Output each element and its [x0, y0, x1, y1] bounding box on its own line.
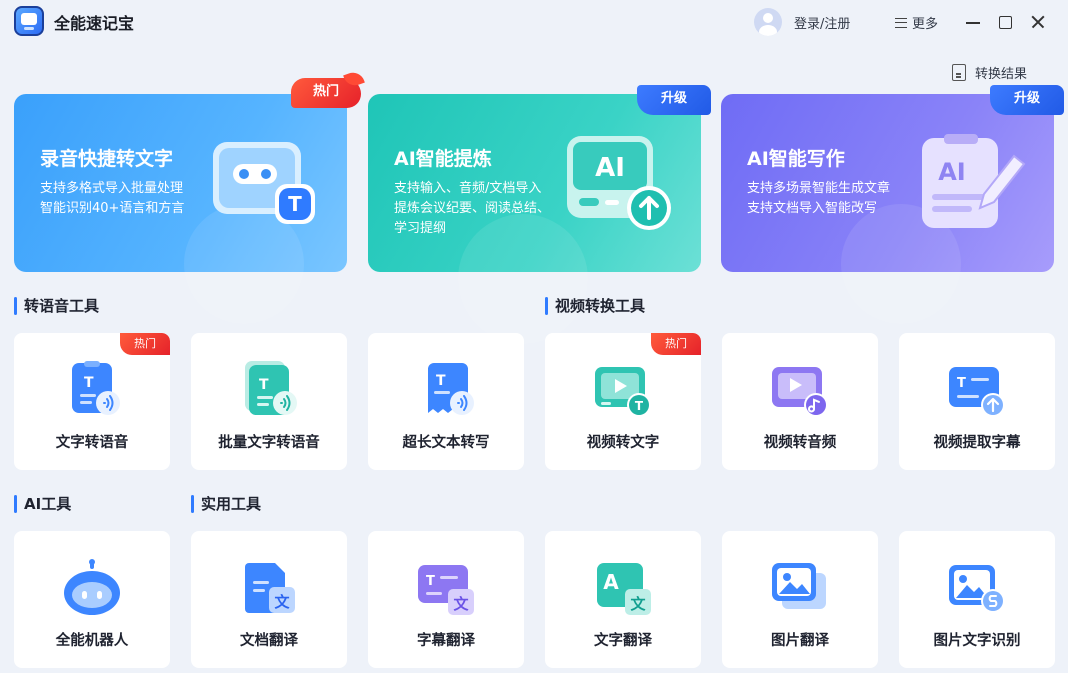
wen-glyph: 文	[630, 595, 646, 613]
text-to-speech-icon: T	[72, 361, 120, 415]
tool-label: 视频转音频	[763, 435, 837, 451]
image-ocr-icon	[949, 565, 1005, 613]
hero-title: AI智能写作	[747, 148, 845, 170]
title-bar: 全能速记宝 登录/注册 更多	[0, 0, 1068, 46]
hero-title: AI智能提炼	[394, 148, 492, 170]
video-to-text-icon: T	[595, 367, 651, 417]
hero-desc-line: 支持多场景智能生成文章	[747, 181, 891, 196]
hero-card-ai-extract[interactable]: AI智能提炼 支持输入、音频/文档导入 提炼会议纪要、阅读总结、 学习提纲 AI…	[368, 85, 711, 344]
tool-label: 文档翻译	[240, 633, 298, 649]
tool-text-translate[interactable]: A 文 文字翻译	[545, 531, 701, 668]
tool-robot[interactable]: 全能机器人	[14, 531, 170, 668]
hero-desc-line: 支持多格式导入批量处理	[40, 181, 184, 196]
close-icon[interactable]	[1028, 12, 1048, 32]
ai-writing-icon: AI	[922, 134, 1026, 228]
section-title-utility-tools: 实用工具	[191, 493, 261, 515]
login-button[interactable]: 登录/注册	[754, 7, 850, 37]
maximize-icon[interactable]	[995, 12, 1015, 32]
robot-icon	[64, 559, 120, 615]
batch-text-to-speech-icon: T	[245, 361, 297, 415]
a-glyph: A	[603, 570, 619, 594]
image-translate-icon	[772, 563, 826, 609]
document-icon	[952, 64, 966, 81]
tool-label: 视频提取字幕	[933, 435, 1021, 451]
tool-batch-text-to-speech[interactable]: T 批量文字转语音	[191, 333, 347, 470]
avatar-icon	[754, 8, 782, 36]
t-glyph: T	[426, 574, 435, 589]
minimize-icon[interactable]	[963, 12, 983, 32]
hero-desc-line: 智能识别40+语言和方言	[40, 201, 185, 216]
hero-card-ai-writing[interactable]: AI智能写作 支持多场景智能生成文章 支持文档导入智能改写 AI 升级	[721, 85, 1064, 324]
t-glyph: T	[635, 399, 644, 413]
tool-image-ocr[interactable]: 图片文字识别	[899, 531, 1055, 668]
hot-badge: 热门	[120, 333, 170, 355]
tool-label: 全能机器人	[55, 633, 129, 649]
tool-image-translate[interactable]: 图片翻译	[722, 531, 878, 668]
hot-badge: 热门	[291, 78, 361, 108]
section-title-video-tools: 视频转换工具	[545, 295, 645, 317]
ai-glyph: AI	[938, 158, 966, 186]
tool-label: 文字转语音	[55, 435, 129, 451]
tool-long-text-transcribe[interactable]: T 超长文本转写	[368, 333, 524, 470]
upgrade-badge: 升级	[637, 85, 711, 115]
wen-glyph: 文	[453, 595, 469, 613]
tool-document-translate[interactable]: 文 文档翻译	[191, 531, 347, 668]
tool-label: 图片翻译	[771, 633, 829, 649]
doc-translate-icon: 文	[245, 563, 295, 613]
ai-screen-icon: AI	[567, 136, 671, 230]
tool-subtitle-translate[interactable]: T 文 字幕翻译	[368, 531, 524, 668]
hero-description: 支持多场景智能生成文章 支持文档导入智能改写	[747, 179, 890, 219]
t-glyph: T	[436, 373, 446, 389]
subtitle-translate-icon: T 文	[418, 565, 474, 615]
more-label: 更多	[912, 17, 939, 32]
convert-result-button[interactable]: 转换结果	[952, 63, 1027, 82]
tool-label: 视频转文字	[586, 435, 660, 451]
upgrade-badge: 升级	[990, 85, 1064, 115]
hero-desc-line: 提炼会议纪要、阅读总结、	[394, 201, 551, 216]
t-glyph: T	[84, 375, 94, 391]
hot-badge: 热门	[651, 333, 701, 355]
hero-card-recording-to-text[interactable]: 录音快捷转文字 支持多格式导入批量处理 智能识别40+语言和方言 T 热门	[14, 78, 361, 324]
tool-video-to-text[interactable]: T 视频转文字 热门	[545, 333, 701, 470]
more-menu-button[interactable]: 更多	[895, 13, 938, 32]
tool-label: 文字翻译	[594, 633, 652, 649]
t-glyph: T	[957, 376, 966, 391]
hero-desc-line: 学习提纲	[394, 221, 447, 236]
tool-label: 字幕翻译	[417, 633, 475, 649]
long-text-icon: T	[428, 363, 474, 415]
t-glyph: T	[288, 192, 302, 216]
hero-desc-line: 支持输入、音频/文档导入	[394, 181, 542, 196]
cassette-tape-icon: T	[213, 142, 315, 224]
tool-label: 图片文字识别	[933, 633, 1021, 649]
wen-glyph: 文	[274, 593, 290, 611]
app-title: 全能速记宝	[54, 14, 135, 33]
t-glyph: T	[259, 377, 269, 393]
video-subtitle-icon: T	[949, 367, 1005, 417]
hero-description: 支持输入、音频/文档导入 提炼会议纪要、阅读总结、 学习提纲	[394, 179, 550, 239]
tool-text-to-speech[interactable]: T 文字转语音 热门	[14, 333, 170, 470]
ai-glyph: AI	[595, 153, 625, 183]
menu-icon	[895, 17, 907, 28]
tool-video-extract-subtitle[interactable]: T 视频提取字幕	[899, 333, 1055, 470]
tool-video-to-audio[interactable]: 视频转音频	[722, 333, 878, 470]
login-label: 登录/注册	[794, 16, 851, 32]
hero-description: 支持多格式导入批量处理 智能识别40+语言和方言	[40, 179, 184, 219]
convert-result-label: 转换结果	[975, 67, 1028, 82]
hero-desc-line: 支持文档导入智能改写	[747, 201, 878, 216]
app-logo-icon	[14, 6, 44, 36]
tool-label: 超长文本转写	[402, 435, 490, 451]
hero-title: 录音快捷转文字	[40, 148, 174, 170]
section-title-ai-tools: AI工具	[14, 493, 71, 515]
text-translate-icon: A 文	[597, 563, 651, 615]
section-title-speech-tools: 转语音工具	[14, 295, 99, 317]
video-to-audio-icon	[772, 367, 828, 417]
tool-label: 批量文字转语音	[218, 435, 320, 451]
